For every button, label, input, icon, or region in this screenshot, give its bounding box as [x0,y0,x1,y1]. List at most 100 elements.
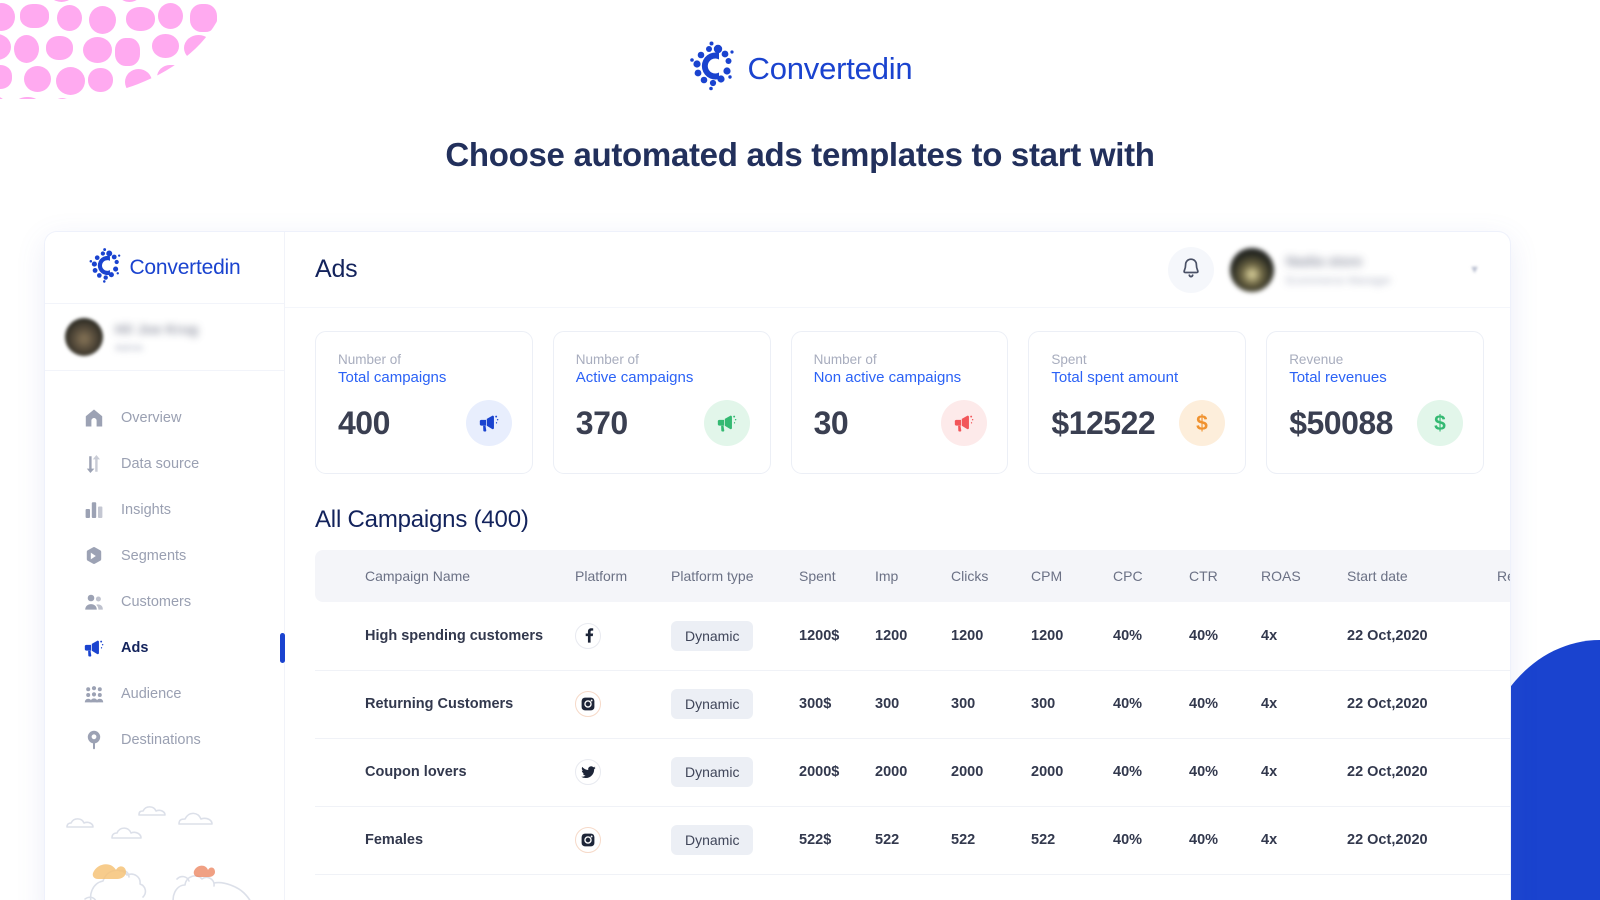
notifications-button[interactable] [1168,246,1214,293]
chevron-down-icon: ▼ [1469,263,1480,276]
sidebar-profile[interactable]: Hi! Joe Krug Admin [45,304,284,371]
user-avatar [1230,247,1274,292]
cell-spent: 1200$ [789,602,865,671]
campaigns-table-wrapper: Campaign Name Platform Platform type Spent I… [285,550,1510,875]
sidebar-item-customers[interactable]: Customers [45,579,284,625]
decorative-dot [183,97,210,99]
decorative-dot [190,4,217,32]
column-header[interactable]: CPM [1021,550,1103,602]
cell-cpm: 1200 [1021,602,1103,671]
stat-title: Active campaigns [575,369,694,386]
topbar: Ads Nadia store Ecommerce Manager ▼ [285,232,1510,308]
sidebar-item-ads[interactable]: Ads [45,625,285,671]
column-header[interactable]: Platform [565,550,661,602]
customers-people-icon [83,591,105,613]
dollar-icon: $ [1416,400,1463,446]
cell-platform-type: Dynamic [661,670,789,739]
cell-campaign-name: High spending customers [315,602,565,671]
sidebar-illustration [45,795,284,900]
convertedin-logo-icon [688,40,736,97]
column-header[interactable]: Imp [865,550,941,602]
table-row[interactable]: Returning Customers Dynamic 300$ 300 300 300 4… [315,670,1510,739]
stat-card: Spent Total spent amount $12522 $ [1028,331,1247,474]
sidebar-item-label: Insights [121,502,171,518]
decorative-dot [57,5,82,31]
cell-imp: 522 [865,806,941,875]
sidebar-item-data-source[interactable]: Data source [45,441,284,487]
cell-start-date: 22 Oct,2020 [1337,738,1487,807]
column-header[interactable]: CTR [1179,550,1251,602]
stat-subtitle: Number of [813,352,877,367]
megaphone-icon [465,400,512,446]
megaphone-icon [941,400,988,446]
data-source-icon [83,453,105,475]
cell-ctr: 40% [1179,602,1251,671]
cell-ctr: 40% [1179,806,1251,875]
cell-campaign-name: Returning Customers [315,670,565,739]
twitter-icon [575,759,601,785]
stat-subtitle: Revenue [1289,352,1344,367]
cell-roas: 4x [1251,738,1337,807]
cell-roas: 4x [1251,806,1337,875]
sidebar-brand[interactable]: Convertedin [45,232,284,304]
sidebar-item-insights[interactable]: Insights [45,487,284,533]
cell-spent: 300$ [789,670,865,739]
table-body: High spending customers Dynamic 1200$ 1200 1… [315,602,1510,875]
sidebar-item-label: Overview [121,410,182,426]
table-row[interactable]: Females Dynamic 522$ 522 522 522 40% 40% 4x 22 Oc… [315,806,1510,875]
topbar-actions: Nadia store Ecommerce Manager ▼ [1168,246,1480,293]
profile-name: Hi! Joe Krug [115,320,199,337]
insights-bar-chart-icon [83,499,105,521]
campaigns-table: Campaign Name Platform Platform type Spent I… [315,550,1510,875]
column-header[interactable]: Ren [1487,550,1510,602]
stat-card: Number of Non active campaigns 30 [790,331,1009,474]
cell-cpc: 40% [1103,738,1179,807]
decorative-dot [13,97,42,99]
facebook-icon [575,622,601,649]
sidebar-item-overview[interactable]: Overview [45,395,284,441]
platform-type-badge: Dynamic [671,757,754,787]
user-menu[interactable]: Nadia store Ecommerce Manager ▼ [1230,247,1480,292]
sidebar-nav: Overview Data source Insights Segments Custo… [45,371,285,763]
cell-ren [1487,738,1510,807]
cell-ren [1487,602,1510,671]
column-header[interactable]: Clicks [941,550,1021,602]
sidebar-item-audience[interactable]: Audience [45,671,284,717]
sidebar-item-label: Customers [121,594,192,610]
cell-campaign-name: Females [315,806,565,875]
page-title: Ads [315,255,358,283]
column-header[interactable]: Platform type [661,550,789,602]
cell-platform [565,738,661,807]
megaphone-icon [703,400,750,446]
cell-roas: 4x [1251,602,1337,671]
column-header[interactable]: CPC [1103,550,1179,602]
column-header[interactable]: Spent [789,550,865,602]
cell-spent: 522$ [789,806,865,875]
decorative-dot [116,0,143,2]
cell-ren [1487,670,1510,739]
stat-title: Total revenues [1289,369,1387,386]
sidebar-item-segments[interactable]: Segments [45,533,284,579]
stat-value: 400 [338,404,390,441]
column-header[interactable]: ROAS [1251,550,1337,602]
bell-icon [1181,257,1201,282]
column-header[interactable]: Start date [1337,550,1487,602]
cell-start-date: 22 Oct,2020 [1337,602,1487,671]
column-header[interactable]: Campaign Name [315,550,565,602]
stats-cards: Number of Total campaigns 400 Number of Acti… [285,308,1510,474]
cell-clicks: 1200 [941,602,1021,671]
table-row[interactable]: High spending customers Dynamic 1200$ 1200 1… [315,602,1510,671]
cell-imp: 2000 [865,738,941,807]
user-role: Ecommerce Manager [1286,274,1392,287]
cell-platform-type: Dynamic [661,806,789,875]
cell-spent: 2000$ [789,738,865,807]
profile-role: Admin [115,342,144,354]
decorative-dot [0,3,15,31]
cell-cpc: 40% [1103,602,1179,671]
table-header: Campaign Name Platform Platform type Spent I… [315,550,1510,602]
sidebar-item-destinations[interactable]: Destinations [45,717,284,763]
brand-name: Convertedin [747,50,913,86]
stat-subtitle: Spent [1051,352,1087,367]
platform-type-badge: Dynamic [671,689,754,719]
table-row[interactable]: Coupon lovers Dynamic 2000$ 2000 2000 2000 40%… [315,738,1510,807]
